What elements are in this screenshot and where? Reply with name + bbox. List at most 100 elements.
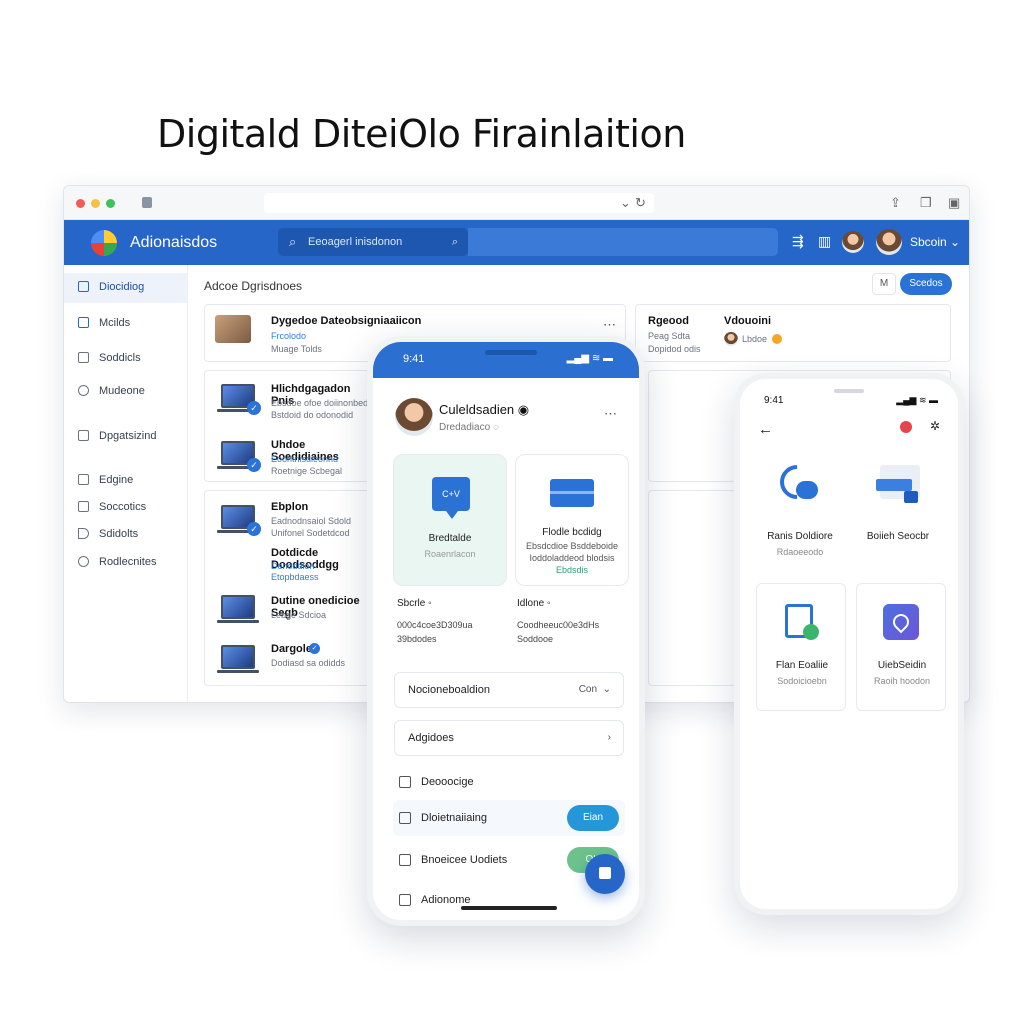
share-icon[interactable]: ⇪ [890, 195, 901, 211]
card-link[interactable]: Frcolodo [271, 331, 306, 341]
sidebar-item-search[interactable]: Mudeone [64, 377, 187, 407]
stat-label: Idlone ◦ [517, 598, 551, 609]
item-detail: Bstdoid do odonodid [271, 410, 354, 420]
signal-icon: ▂▄▆ ≋ ▬ [896, 395, 938, 405]
reload-icon[interactable]: ↻ [635, 195, 646, 211]
feature-tile[interactable]: C+V Bredtalde Roaenrlacon [393, 454, 507, 586]
back-arrow-icon[interactable]: ← [758, 421, 773, 438]
sidebar-item-digital[interactable]: Dpgatsizind [64, 422, 187, 452]
row-label: Deooocige [421, 776, 474, 788]
grid-icon[interactable]: ▥ [818, 233, 831, 250]
select-value: Con ⌄ [579, 684, 611, 695]
checkbox-icon[interactable] [399, 854, 411, 866]
stat-label-text: Sbcrle [397, 598, 426, 609]
document-icon [78, 281, 89, 292]
list-item[interactable]: ✓ Hlichdgagadon Pnis Ebsdoe ofoe doiinon… [205, 371, 373, 427]
profile-subtitle-text: Dredadiaco [439, 422, 491, 433]
settings-link-row[interactable]: Adgidoes › [394, 720, 624, 756]
item-link[interactable]: Etopbdaess [271, 572, 319, 582]
search-input[interactable]: ⌕ Eeoagerl inisdonon ⌕ [278, 228, 468, 256]
sidebar-item-security[interactable]: Soccotics [64, 493, 187, 523]
list-item[interactable]: Dutine onedicioe Segb Lebge Sdcioa [205, 585, 373, 635]
search-field-extension[interactable] [468, 228, 778, 256]
list-item[interactable]: Dotdicde Doodsoddgg Denoddion Etopbdaess [205, 545, 373, 585]
page-title: Adcoe Dgrisdnoes [204, 279, 303, 293]
stat-value: Soddooe [517, 634, 554, 644]
tabs-icon[interactable]: ❐ [920, 195, 932, 211]
sidebar-item-label: Soccotics [99, 501, 147, 513]
chevron-down-icon[interactable]: ⌄ [620, 195, 631, 211]
avatar [724, 332, 738, 346]
chevron-right-icon: › [607, 732, 611, 743]
notification-bell-icon[interactable] [900, 421, 912, 433]
check-icon: ✓ [247, 522, 261, 536]
sidebar-item-engine[interactable]: Edgine [64, 466, 187, 496]
select-label: Nocioneboaldion [408, 684, 490, 696]
avatar[interactable] [842, 231, 864, 253]
checkbox-icon[interactable] [399, 894, 411, 906]
stat-value: Coodheeuc00e3dHs [517, 620, 600, 630]
feature-card[interactable]: UiebSeidin Raoih hoodon [856, 583, 946, 711]
summary-line: Dopidod odis [648, 344, 701, 354]
laptop-icon [217, 645, 259, 673]
sidebar-item-label: Sdidolts [99, 528, 139, 540]
select-value-text: Con [578, 684, 598, 695]
maximize-window-button[interactable] [106, 199, 115, 208]
minimize-window-button[interactable] [91, 199, 100, 208]
list-group: ✓ Hlichdgagadon Pnis Ebsdoe ofoe doiinon… [204, 370, 374, 482]
row-action-button[interactable]: Eian [567, 805, 619, 831]
more-icon[interactable]: ⋯ [604, 406, 617, 422]
status-dot-icon [772, 334, 782, 344]
check-icon: ✓ [247, 401, 261, 415]
tile-title: Bredtalde [428, 533, 472, 544]
close-window-button[interactable] [76, 199, 85, 208]
document-card-icon [876, 465, 920, 505]
status-check-icon [803, 624, 819, 640]
item-link[interactable]: Eoohtnisdieonnd [271, 454, 338, 464]
account-avatar[interactable] [876, 229, 902, 255]
list-item[interactable]: Dloietnaiiaing Eian [393, 800, 625, 836]
floating-action-button[interactable] [585, 854, 625, 894]
summary-title: Vdouoini [724, 315, 772, 327]
feature-tile[interactable]: Flodle bcdidg Ebsdcdioe Bsddeboide Ioddo… [515, 454, 629, 586]
list-group: ✓ Ebplon Eadnodnsaiol Sdold Unifonel Sod… [204, 490, 374, 686]
list-item[interactable]: ✓ Uhdoe Soedidiaines Eoohtnisdieonnd Roe… [205, 427, 373, 483]
info-icon: ◌ [492, 422, 499, 433]
sidebar-item-label: Mcilds [99, 317, 131, 329]
grid-icon [78, 317, 89, 328]
sidebar-toggle-icon[interactable]: ▣ [948, 195, 960, 211]
checkbox-icon[interactable] [399, 776, 411, 788]
filter-icon[interactable]: ⇶ [792, 233, 804, 250]
checkbox-icon[interactable] [399, 812, 411, 824]
sidebar-item-sidelots[interactable]: Sdidolts [64, 520, 187, 550]
phone-notch [485, 350, 537, 355]
sidebar-item-dashboard[interactable]: Diocidiog [64, 273, 187, 303]
row-label: Adionome [421, 894, 471, 906]
count-button[interactable]: M [872, 273, 896, 295]
list-item[interactable]: ✓ Ebplon Eadnodnsaiol Sdold Unifonel Sod… [205, 491, 373, 547]
list-item[interactable]: Deooocige [393, 764, 625, 800]
sidebar-item-label: Edgine [99, 474, 134, 486]
phone-app-features: 9:41 ▂▄▆ ≋ ▬ ← ✲ Ranis Doldiore Rdaoeeod… [734, 373, 964, 915]
sidebar-item-models[interactable]: Mcilds [64, 309, 187, 339]
primary-button[interactable]: Scedos [900, 273, 952, 295]
feature-title: UiebSeidin [877, 660, 927, 671]
item-link[interactable]: Denoddion [271, 561, 315, 571]
sidebar-item-label: Mudeone [99, 385, 145, 397]
more-icon[interactable]: ⋯ [603, 317, 617, 333]
card-meta: Muage Tolds [271, 344, 322, 354]
address-bar[interactable] [264, 193, 654, 213]
sidebar-item-resources[interactable]: Rodlecnites [64, 548, 187, 578]
account-menu[interactable]: Sbcoin ⌄ [910, 235, 960, 249]
lock-icon [78, 474, 89, 485]
search-submit-icon[interactable]: ⌕ [452, 228, 458, 256]
list-item[interactable]: Dargole ✓ Dodiasd sa odidds [205, 635, 373, 685]
sidebar-item-social[interactable]: Soddicls [64, 344, 187, 374]
item-title: Dargole [271, 643, 312, 655]
feature-card[interactable]: Flan Eoaliie Sodoicioebn [756, 583, 846, 711]
summary-title: Rgeood [648, 315, 689, 327]
settings-icon[interactable]: ✲ [930, 419, 940, 433]
profile-avatar[interactable] [395, 398, 433, 436]
chat-icon-text: C+V [442, 489, 460, 499]
notification-select[interactable]: Nocioneboaldion Con ⌄ [394, 672, 624, 708]
